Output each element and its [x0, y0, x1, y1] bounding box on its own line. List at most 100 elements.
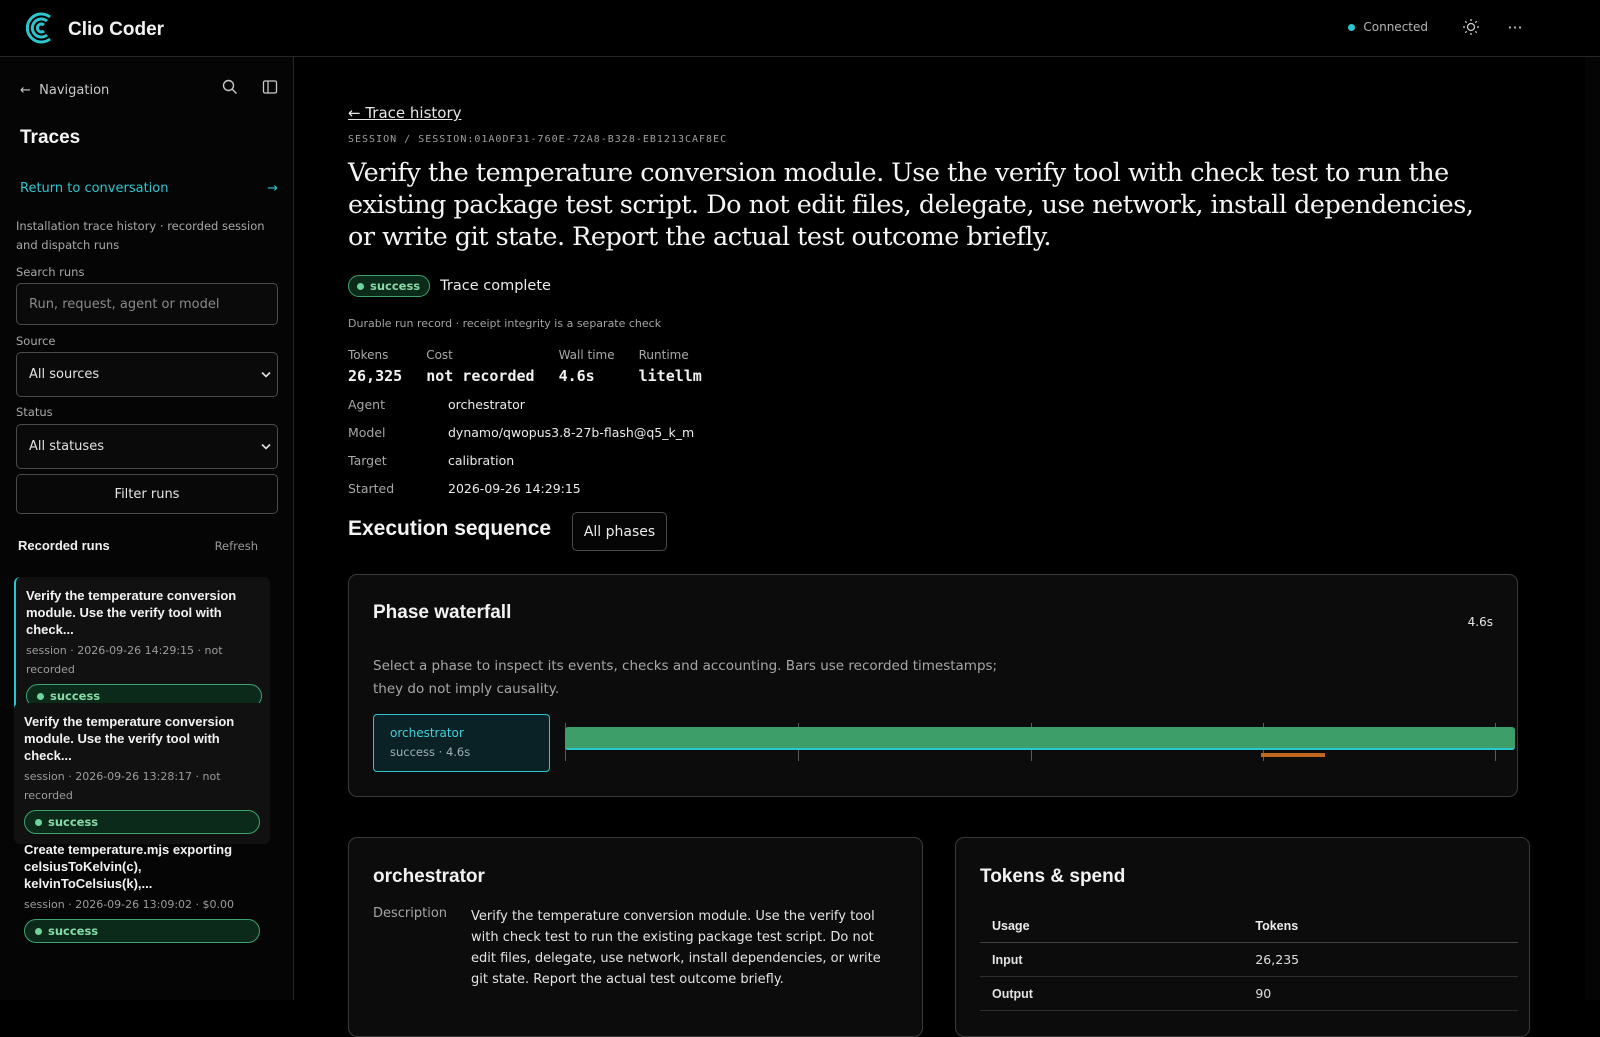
return-to-conversation-link[interactable]: Return to conversation →: [20, 181, 278, 196]
arrow-right-icon: →: [267, 181, 278, 196]
status-badge-label: success: [48, 815, 99, 829]
status-badge-label: success: [48, 924, 99, 938]
status-select[interactable]: All statuses: [16, 424, 278, 469]
run-meta: session · 2026-09-26 13:09:02 · $0.00: [24, 898, 235, 911]
detail-key: Agent: [348, 397, 385, 412]
search-label: Search runs: [16, 265, 85, 279]
tokens-cell: 90: [1243, 976, 1518, 1011]
sun-icon[interactable]: [1461, 18, 1481, 38]
main-content: ← Trace history SESSION / SESSION:01A0DF…: [295, 57, 1585, 1037]
status-badge-label: success: [370, 279, 421, 293]
phase-name: orchestrator: [390, 726, 464, 740]
status-text: Trace complete: [440, 278, 551, 294]
phase-detail-panel: orchestrator Description Verify the temp…: [348, 837, 923, 1037]
execution-sequence-title: Execution sequence: [348, 517, 552, 540]
sidebar-description: Installation trace history · recorded se…: [16, 219, 265, 252]
status-label: Status: [16, 405, 53, 419]
status-badge: success: [348, 275, 431, 297]
chevron-down-icon: [261, 440, 271, 453]
run-item[interactable]: Verify the temperature conversion module…: [14, 703, 270, 844]
metric-value: litellm: [638, 367, 702, 385]
status-dot-icon: [357, 282, 364, 290]
waterfall-description: Select a phase to inspect its events, ch…: [373, 658, 998, 697]
run-title: Verify the temperature conversion module…: [26, 588, 237, 637]
connection-status: Connected: [1348, 20, 1428, 34]
return-link-label: Return to conversation: [20, 181, 169, 196]
detail-target: Target calibration: [348, 453, 514, 468]
status-dot-icon: [37, 692, 44, 700]
usage-cell: Output: [980, 976, 1244, 1011]
metrics-row: Tokens 26,325 Cost not recorded Wall tim…: [348, 348, 726, 385]
status-badge-label: success: [50, 689, 101, 703]
status-dot-icon: [1348, 23, 1356, 31]
run-meta: session · 2026-09-26 13:28:17 · not reco…: [24, 770, 221, 802]
source-select[interactable]: All sources: [16, 352, 278, 397]
status-dot-icon: [35, 818, 42, 826]
tokens-cell: 26,235: [1243, 942, 1518, 977]
scrollbar[interactable]: [1585, 57, 1600, 1000]
detail-value: calibration: [448, 453, 515, 468]
more-horizontal-icon[interactable]: ···: [1505, 18, 1525, 38]
detail-value: 2026-09-26 14:29:15: [448, 481, 581, 496]
phase-description-row: Description Verify the temperature conve…: [373, 906, 901, 990]
search-icon[interactable]: [222, 79, 240, 97]
tokens-table: Usage Tokens Input 26,235 Output 90: [980, 910, 1518, 1011]
clio-logo-icon: [24, 10, 58, 50]
description-value: Verify the temperature conversion module…: [471, 909, 881, 987]
status-dot-icon: [35, 927, 42, 935]
refresh-button[interactable]: Refresh: [215, 539, 258, 553]
metric-value: not recorded: [426, 367, 535, 385]
metric-tokens: Tokens 26,325: [348, 348, 402, 385]
detail-key: Started: [348, 481, 395, 496]
all-phases-button[interactable]: All phases: [572, 512, 667, 551]
trace-history-link[interactable]: ← Trace history: [348, 104, 462, 122]
durable-note: Durable run record · receipt integrity i…: [348, 317, 662, 330]
phase-detail-title: orchestrator: [373, 866, 485, 887]
nav-label: Navigation: [39, 83, 110, 98]
metric-value: 4.6s: [558, 367, 595, 385]
trace-status: success Trace complete: [348, 275, 551, 297]
metric-cost: Cost not recorded: [426, 348, 534, 385]
event-marker: [1261, 753, 1325, 757]
run-item[interactable]: Verify the temperature conversion module…: [14, 577, 270, 718]
sidebar: ← Navigation Traces Return to conversati…: [0, 57, 294, 1000]
column-header: Tokens: [1243, 910, 1518, 943]
detail-key: Target: [348, 453, 387, 468]
waterfall-total: 4.6s: [1467, 615, 1493, 629]
table-row: Input 26,235: [980, 942, 1518, 977]
detail-agent: Agent orchestrator: [348, 397, 525, 412]
session-breadcrumb: SESSION / SESSION:01A0DF31-760E-72A8-B32…: [348, 134, 728, 145]
detail-key: Model: [348, 425, 386, 440]
nav-back[interactable]: ← Navigation: [20, 83, 109, 98]
tokens-title: Tokens & spend: [980, 866, 1126, 887]
run-title: Verify the temperature conversion module…: [24, 714, 235, 763]
source-value: All sources: [29, 367, 100, 382]
source-label: Source: [16, 334, 56, 348]
detail-started: Started 2026-09-26 14:29:15: [348, 481, 581, 496]
status-badge: success: [24, 919, 260, 943]
usage-cell: Input: [980, 942, 1244, 977]
brand[interactable]: Clio Coder: [24, 10, 164, 50]
phase-waterfall-panel: Phase waterfall 4.6s Select a phase to i…: [348, 574, 1518, 797]
phase-bar-orchestrator[interactable]: [565, 727, 1515, 750]
table-header-row: Usage Tokens: [980, 910, 1518, 943]
metric-runtime: Runtime litellm: [639, 348, 702, 385]
app-name: Clio Coder: [68, 19, 165, 40]
sidebar-title: Traces: [20, 127, 81, 148]
connection-label: Connected: [1363, 20, 1428, 34]
detail-model: Model dynamo/qwopus3.8-27b-flash@q5_k_m: [348, 425, 694, 440]
table-row: Output 90: [980, 976, 1518, 1011]
status-value: All statuses: [29, 439, 104, 454]
chevron-down-icon: [261, 368, 271, 381]
filter-runs-button[interactable]: Filter runs: [16, 474, 278, 514]
recorded-runs-header: Recorded runs Refresh: [18, 538, 258, 553]
metric-label: Runtime: [638, 348, 689, 362]
search-input[interactable]: Run, request, agent or model: [16, 283, 278, 325]
metric-label: Cost: [426, 348, 453, 362]
description-key: Description: [373, 906, 448, 921]
sidebar-toggle-icon[interactable]: [262, 79, 280, 97]
metric-label: Tokens: [348, 348, 389, 362]
run-item[interactable]: Create temperature.mjs exporting celsius…: [14, 831, 270, 953]
column-header: Usage: [980, 910, 1244, 943]
phase-chip-orchestrator[interactable]: orchestrator success · 4.6s: [373, 714, 550, 772]
